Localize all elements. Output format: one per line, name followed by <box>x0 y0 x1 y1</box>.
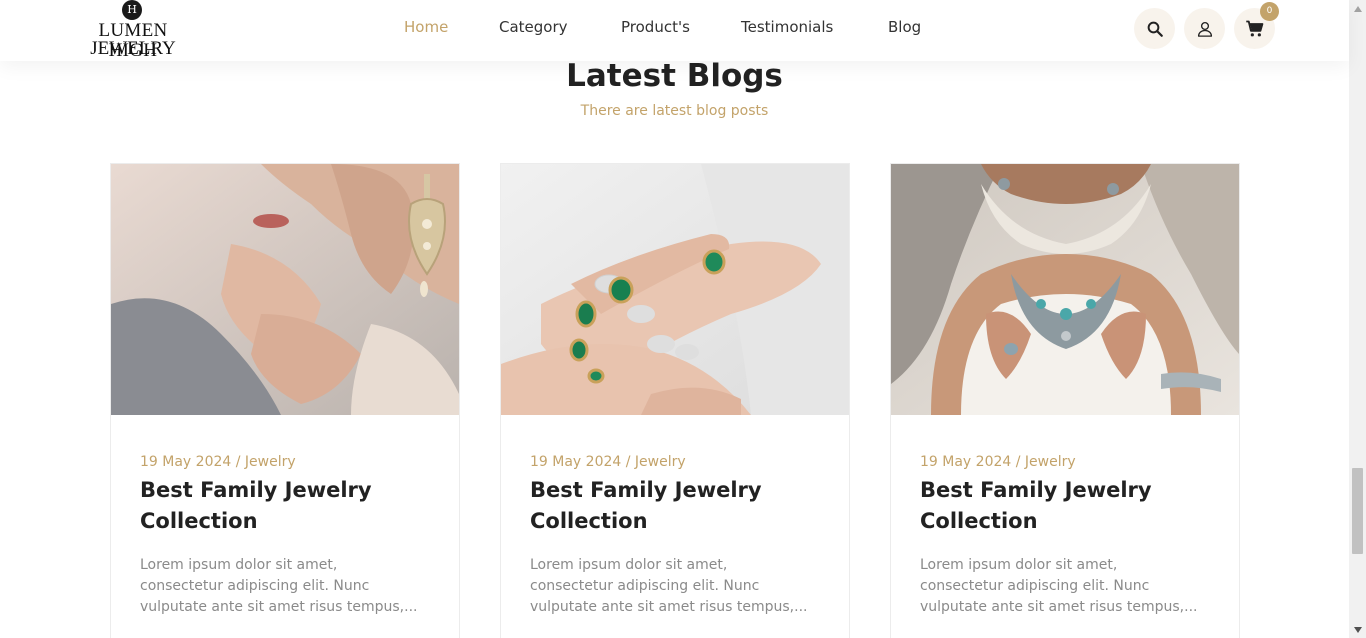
post-title[interactable]: Best Family Jewelry Collection <box>140 475 440 537</box>
post-excerpt: Lorem ipsum dolor sit amet, consectetur … <box>140 555 430 618</box>
search-button[interactable] <box>1134 8 1175 49</box>
post-excerpt-line3: vulputate ante sit amet risus tempus,... <box>530 599 808 615</box>
post-excerpt-line1: Lorem ipsum dolor sit amet, <box>140 557 338 573</box>
search-icon <box>1147 21 1163 37</box>
post-meta: 19 May 2024 / Jewelry <box>920 454 1076 470</box>
scroll-thumb[interactable] <box>1352 468 1363 554</box>
cart-count-badge: 0 <box>1260 2 1279 21</box>
scroll-down-arrow[interactable] <box>1349 621 1366 638</box>
post-date: 19 May 2024 <box>920 454 1012 470</box>
caret-down-icon <box>1353 626 1362 633</box>
nav-item-testimonials[interactable]: Testimonials <box>741 18 833 36</box>
post-title-line1: Best Family Jewelry <box>140 478 372 502</box>
post-title-line2: Collection <box>920 509 1038 533</box>
post-date: 19 May 2024 <box>140 454 232 470</box>
cart-icon <box>1245 20 1263 36</box>
page-scrollbar[interactable] <box>1349 0 1366 638</box>
post-excerpt-line3: vulputate ante sit amet risus tempus,... <box>140 599 418 615</box>
post-title-line2: Collection <box>530 509 648 533</box>
post-excerpt-line2: consectetur adipiscing elit. Nunc <box>530 578 760 594</box>
account-button[interactable] <box>1184 8 1225 49</box>
post-meta: 19 May 2024 / Jewelry <box>140 454 296 470</box>
post-date: 19 May 2024 <box>530 454 622 470</box>
cart-button[interactable]: 0 <box>1234 2 1279 49</box>
post-excerpt-line1: Lorem ipsum dolor sit amet, <box>920 557 1118 573</box>
blog-card[interactable]: 19 May 2024 / Jewelry Best Family Jewelr… <box>890 163 1240 638</box>
scroll-up-arrow[interactable] <box>1349 0 1366 17</box>
post-title-line1: Best Family Jewelry <box>530 478 762 502</box>
nav-item-blog[interactable]: Blog <box>888 18 921 36</box>
brand-logo[interactable]: H LUMEN HIGH JEWELRY <box>74 0 194 61</box>
post-title[interactable]: Best Family Jewelry Collection <box>530 475 830 537</box>
meta-separator: / <box>1015 454 1021 470</box>
site-header: H LUMEN HIGH JEWELRY Home Category Produ… <box>0 0 1349 61</box>
logo-mark: H <box>122 0 142 20</box>
blog-card[interactable]: 19 May 2024 / Jewelry Best Family Jewelr… <box>110 163 460 638</box>
user-icon <box>1197 21 1212 37</box>
meta-separator: / <box>625 454 631 470</box>
post-excerpt: Lorem ipsum dolor sit amet, consectetur … <box>530 555 820 618</box>
post-title-line1: Best Family Jewelry <box>920 478 1152 502</box>
post-title-line2: Collection <box>140 509 258 533</box>
post-excerpt-line2: consectetur adipiscing elit. Nunc <box>920 578 1150 594</box>
post-meta: 19 May 2024 / Jewelry <box>530 454 686 470</box>
post-excerpt-line3: vulputate ante sit amet risus tempus,... <box>920 599 1198 615</box>
section-subtitle: There are latest blog posts <box>580 103 769 119</box>
post-title[interactable]: Best Family Jewelry Collection <box>920 475 1220 537</box>
post-category-link[interactable]: Jewelry <box>635 454 686 470</box>
post-excerpt-line2: consectetur adipiscing elit. Nunc <box>140 578 370 594</box>
blog-image-earrings[interactable] <box>111 164 459 415</box>
section-title: Latest Blogs <box>566 58 783 94</box>
caret-up-icon <box>1353 5 1362 12</box>
post-excerpt-line1: Lorem ipsum dolor sit amet, <box>530 557 728 573</box>
logo-text-line2: JEWELRY <box>90 38 176 59</box>
post-category-link[interactable]: Jewelry <box>1025 454 1076 470</box>
post-category-link[interactable]: Jewelry <box>245 454 296 470</box>
post-excerpt: Lorem ipsum dolor sit amet, consectetur … <box>920 555 1210 618</box>
blog-image-necklace[interactable] <box>891 164 1239 415</box>
nav-item-products[interactable]: Product's <box>621 18 690 36</box>
blog-card[interactable]: 19 May 2024 / Jewelry Best Family Jewelr… <box>500 163 850 638</box>
blog-image-rings[interactable] <box>501 164 849 415</box>
nav-item-category[interactable]: Category <box>499 18 568 36</box>
nav-item-home[interactable]: Home <box>404 18 448 36</box>
meta-separator: / <box>235 454 241 470</box>
